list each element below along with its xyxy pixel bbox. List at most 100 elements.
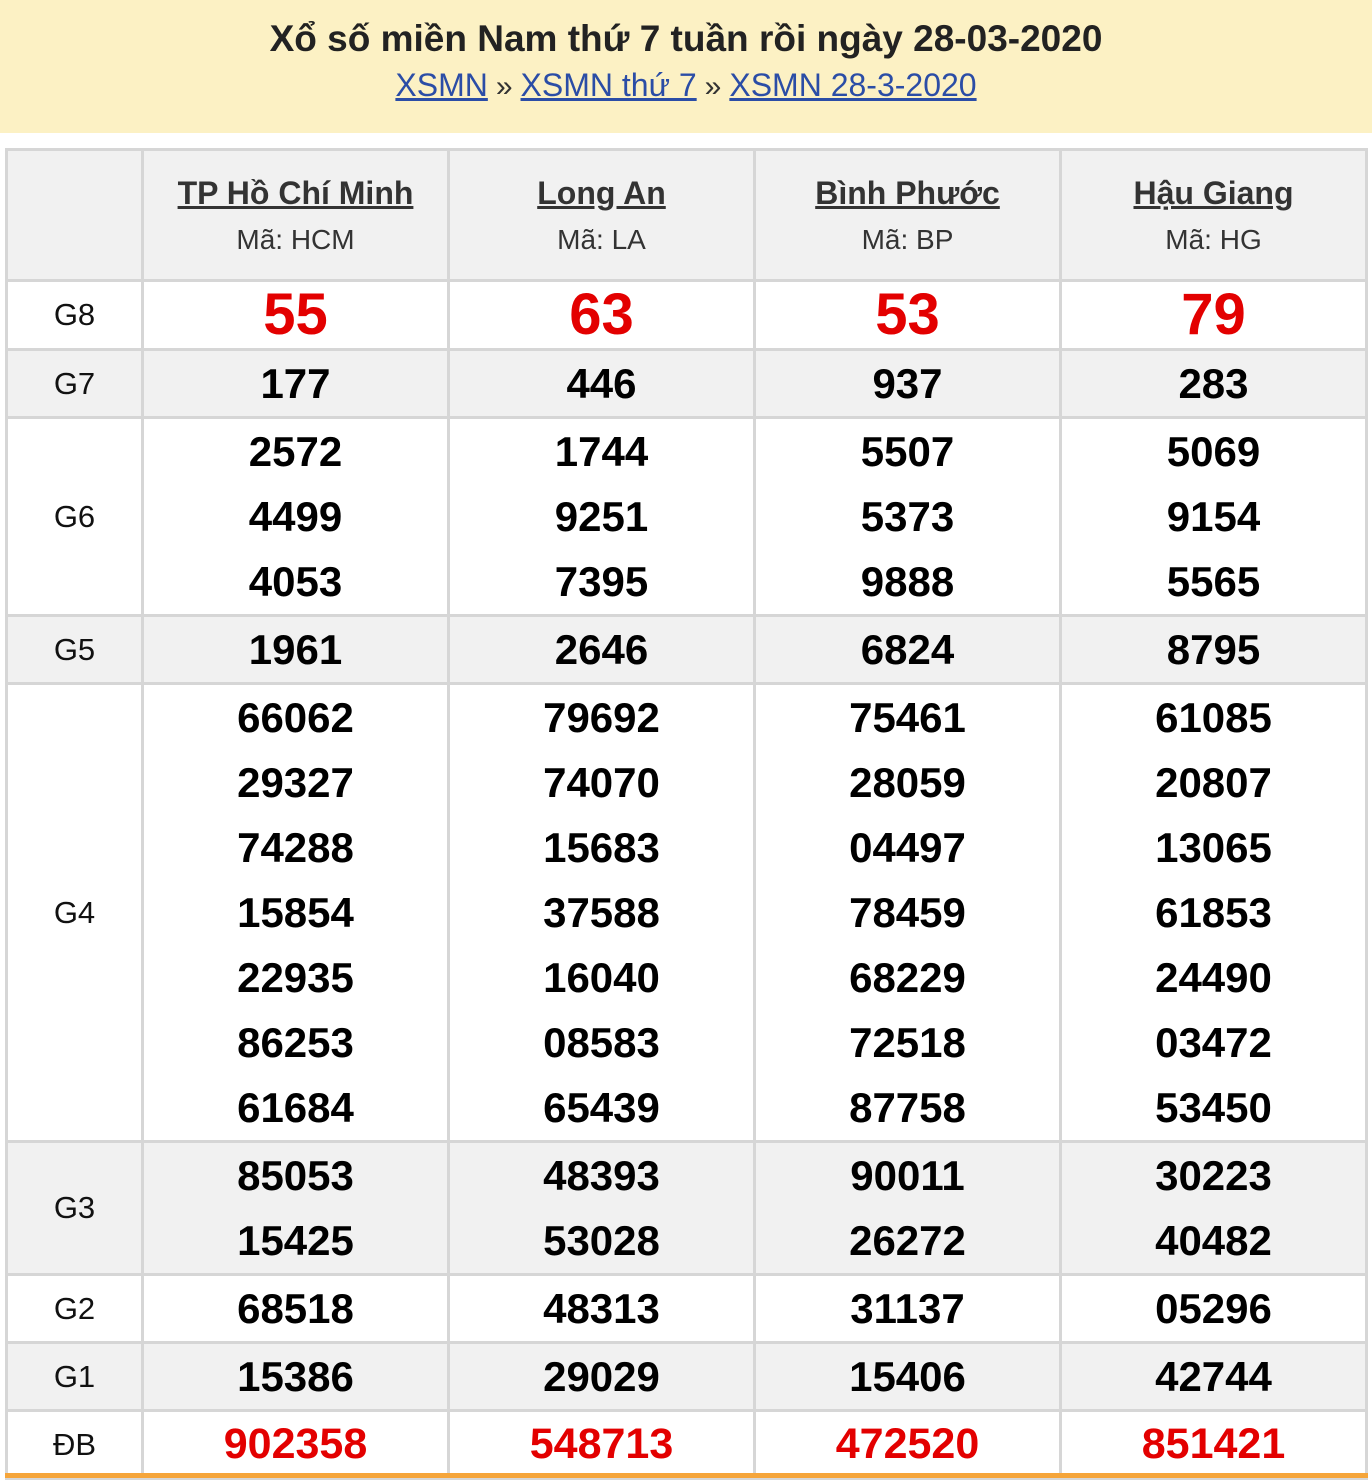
prize-cell: 5507 5373 9888 [753,416,1062,617]
prize-row: G8 55 63 53 79 [5,279,1368,351]
prize-number: 16040 [543,954,660,1001]
prize-cell: 1744 9251 7395 [447,416,756,617]
prize-cell: 48393 53028 [447,1140,756,1276]
province-header-hg: Hậu Giang Mã: HG [1059,148,1368,282]
prize-number: 65439 [543,1084,660,1131]
prize-number: 79 [1181,282,1246,347]
prize-cell: 85053 15425 [141,1140,450,1276]
prize-number: 177 [260,360,331,407]
prize-number: 902358 [223,1420,368,1468]
prize-cell: 48313 [447,1273,756,1344]
prize-number: 74070 [543,759,660,806]
prize-number: 08583 [543,1019,660,1066]
page-header: Xổ số miền Nam thứ 7 tuần rồi ngày 28-03… [0,0,1372,133]
prize-cell: 937 [753,348,1062,419]
prize-number: 13065 [1155,824,1272,871]
prize-cell: 66062 29327 74288 15854 22935 86253 61684 [141,682,450,1143]
prize-row: G4 66062 29327 74288 15854 22935 86253 61684 796… [5,682,1368,1143]
province-link-hcm[interactable]: TP Hồ Chí Minh [144,173,447,213]
prize-cell: 177 [141,348,450,419]
prize-number: 15406 [849,1353,966,1400]
breadcrumb-link-xsmn-thu-7[interactable]: XSMN thứ 7 [521,67,697,103]
prize-number: 5373 [860,493,955,540]
prize-number: 7395 [554,558,649,605]
breadcrumb-link-xsmn[interactable]: XSMN [395,67,487,103]
prize-number: 48313 [543,1285,660,1332]
prize-number: 53 [875,282,940,347]
prize-cell: 15406 [753,1341,1062,1412]
prize-cell: 42744 [1059,1341,1368,1412]
prize-number: 15386 [237,1353,354,1400]
prize-number: 15425 [237,1217,354,1264]
prize-cell: 1961 [141,614,450,685]
prize-number: 53028 [543,1217,660,1264]
page-title: Xổ số miền Nam thứ 7 tuần rồi ngày 28-03… [269,18,1103,59]
prize-number: 68518 [237,1285,354,1332]
prize-label: G6 [5,416,144,617]
prize-number: 66062 [237,694,354,741]
prize-row: G3 85053 15425 48393 53028 90011 26272 30223 404… [5,1140,1368,1276]
prize-number: 61853 [1155,889,1272,936]
province-code: Mã: LA [557,224,646,255]
prize-number: 79692 [543,694,660,741]
province-link-la[interactable]: Long An [450,173,753,213]
prize-cell: 5069 9154 5565 [1059,416,1368,617]
prize-number: 283 [1178,360,1249,407]
prize-label: G1 [5,1341,144,1412]
province-code: Mã: HG [1165,224,1262,255]
prize-number: 28059 [849,759,966,806]
prize-number: 37588 [543,889,660,936]
prize-number: 61684 [237,1084,354,1131]
prize-number: 4499 [248,493,343,540]
prize-number: 75461 [849,694,966,741]
prize-number: 851421 [1141,1420,1286,1468]
prize-number: 937 [872,360,943,407]
prize-cell: 55 [141,279,450,351]
prize-cell: 548713 [447,1409,756,1480]
prize-number: 31137 [850,1285,965,1332]
prize-number: 9154 [1166,493,1261,540]
prize-cell: 15386 [141,1341,450,1412]
prize-number: 15683 [543,824,660,871]
province-header-row: TP Hồ Chí Minh Mã: HCM Long An Mã: LA Bì… [5,148,1368,282]
prize-number: 9888 [860,558,955,605]
prize-cell: 68518 [141,1273,450,1344]
prize-number: 72518 [849,1019,966,1066]
prize-cell: 30223 40482 [1059,1140,1368,1276]
province-link-hg[interactable]: Hậu Giang [1062,173,1365,213]
breadcrumb: XSMN» XSMN thứ 7» XSMN 28-3-2020 [0,64,1372,108]
prize-row: G5 1961 2646 6824 8795 [5,614,1368,685]
prize-number: 55 [263,282,328,347]
prize-cell: 6824 [753,614,1062,685]
prize-cell: 79 [1059,279,1368,351]
corner-cell [5,148,144,282]
prize-number: 22935 [237,954,354,1001]
prize-number: 24490 [1155,954,1272,1001]
prize-number: 68229 [849,954,966,1001]
prize-number: 61085 [1155,694,1272,741]
breadcrumb-link-xsmn-date[interactable]: XSMN 28-3-2020 [729,67,976,103]
prize-number: 85053 [237,1152,354,1199]
prize-cell: 851421 [1059,1409,1368,1480]
prize-label: ĐB [5,1409,144,1480]
prize-number: 5069 [1166,428,1261,475]
prize-number: 446 [566,360,637,407]
prize-number: 29327 [237,759,354,806]
prize-row: ĐB 902358 548713 472520 851421 [5,1409,1368,1480]
prize-number: 26272 [849,1217,966,1264]
province-link-bp[interactable]: Bình Phước [756,173,1059,213]
prize-cell: 283 [1059,348,1368,419]
province-header-hcm: TP Hồ Chí Minh Mã: HCM [141,148,450,282]
prize-number: 87758 [849,1084,966,1131]
prize-number: 1961 [248,626,343,673]
province-header-bp: Bình Phước Mã: BP [753,148,1062,282]
prize-row: G7 177 446 937 283 [5,348,1368,419]
prize-number: 03472 [1155,1019,1272,1066]
prize-number: 4053 [248,558,343,605]
prize-cell: 2646 [447,614,756,685]
prize-cell: 902358 [141,1409,450,1480]
prize-label: G8 [5,279,144,351]
prize-number: 1744 [554,428,649,475]
prize-number: 04497 [849,824,966,871]
prize-number: 15854 [237,889,354,936]
